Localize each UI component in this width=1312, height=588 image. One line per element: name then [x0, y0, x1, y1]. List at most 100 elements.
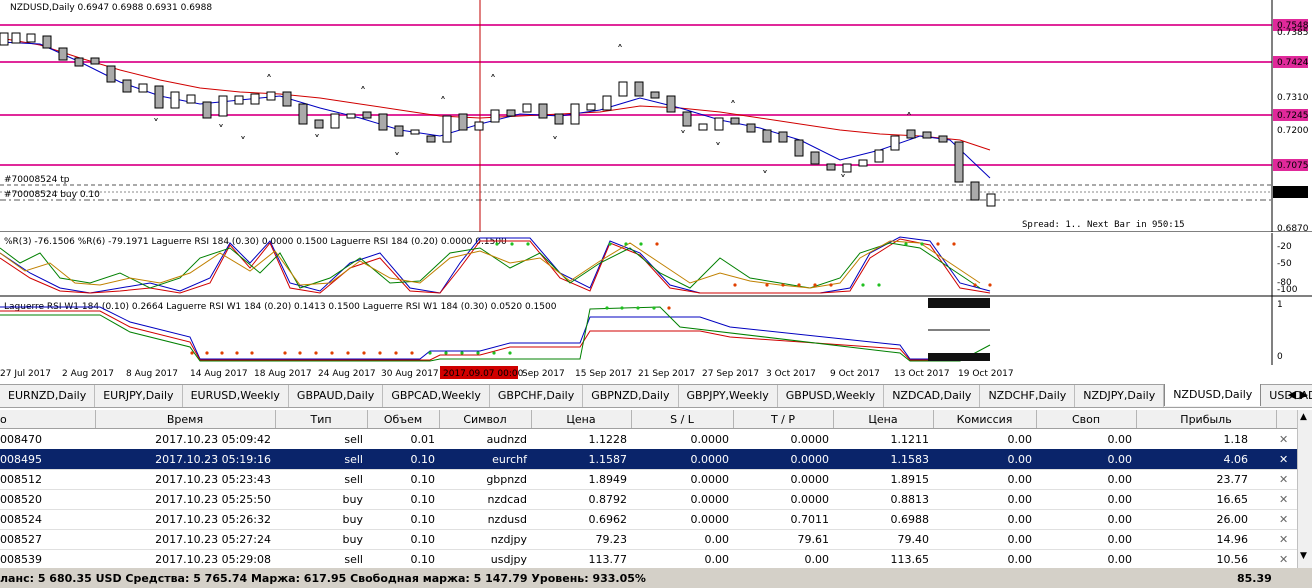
col-header[interactable]: Тип — [279, 413, 363, 426]
table-cell: sell — [344, 553, 363, 566]
table-cell: 0.0000 — [690, 473, 730, 486]
tab-gbpjpy-weekly[interactable]: GBPJPY,Weekly — [679, 385, 778, 407]
svg-text:-50: -50 — [1277, 259, 1292, 269]
price-chart[interactable]: ˅ ˅ ˅ ˄ ˅ ˄ ˅ ˄ ˄ ˅ ˄ ˅ ˅ ˄ ˅ ˅ ˄ NZDUSD,Daily 0.69… — [0, 0, 1312, 232]
close-order-icon[interactable]: ✕ — [1279, 513, 1288, 526]
table-row[interactable]: 008512 2017.10.23 05:23:43 sell 0.10 gbpnzd 1… — [0, 469, 1297, 490]
table-cell: 1.1583 — [890, 453, 930, 466]
svg-text:˅: ˅ — [762, 169, 768, 183]
laguerre-rsi-indicator[interactable]: Laguerre RSI W1 184 (0.10) 0.2664 Laguer… — [0, 297, 1312, 365]
tab-eurusd-weekly[interactable]: EURUSD,Weekly — [183, 385, 289, 407]
table-row[interactable]: 008539 2017.10.23 05:29:08 sell 0.10 usdjpy 1… — [0, 549, 1297, 570]
close-order-icon[interactable]: ✕ — [1279, 453, 1288, 466]
table-cell: 0.00 — [1007, 453, 1033, 466]
table-cell: eurchf — [492, 453, 527, 466]
table-cell: 0.00 — [1107, 533, 1133, 546]
table-cell: sell — [344, 473, 363, 486]
table-cell: 16.65 — [1216, 493, 1249, 506]
table-cell: 1.1211 — [890, 433, 930, 446]
svg-text:˄: ˄ — [440, 95, 446, 109]
col-header[interactable]: Комиссия — [937, 413, 1032, 426]
table-cell: 008527 — [0, 533, 42, 546]
svg-text:14 Aug 2017: 14 Aug 2017 — [190, 369, 248, 379]
table-scrollbar[interactable]: ▲ ▼ — [1297, 410, 1312, 568]
col-header[interactable]: Объем — [371, 413, 435, 426]
table-cell: nzdjpy — [490, 533, 527, 546]
table-cell: 0.00 — [1007, 533, 1033, 546]
svg-text:˅: ˅ — [680, 129, 686, 143]
tab-gbpnzd-daily[interactable]: GBPNZD,Daily — [583, 385, 679, 407]
table-cell: 0.00 — [1107, 553, 1133, 566]
close-order-icon[interactable]: ✕ — [1279, 433, 1288, 446]
table-cell: 2017.10.23 05:26:32 — [155, 513, 271, 526]
col-header[interactable]: Своп — [1040, 413, 1132, 426]
tab-nzdjpy-daily[interactable]: NZDJPY,Daily — [1075, 385, 1165, 407]
svg-text:0: 0 — [1277, 352, 1283, 362]
trade-buy-label: #70008524 buy 0.10 — [4, 190, 100, 200]
ind1-axis: -20 -50 -80 -100 — [1277, 242, 1298, 295]
ind1-header: %R(3) -76.1506 %R(6) -79.1971 Laguerre R… — [4, 237, 507, 247]
tab-gbpaud-daily[interactable]: GBPAUD,Daily — [289, 385, 384, 407]
table-cell: 1.18 — [1223, 433, 1249, 446]
tab-scroll-arrows[interactable]: ◀ ▶ — [1288, 388, 1308, 401]
table-row[interactable]: 008520 2017.10.23 05:25:50 buy 0.10 nzdcad 0.… — [0, 489, 1297, 510]
table-row[interactable]: 008524 2017.10.23 05:26:32 buy 0.10 nzdusd 0.… — [0, 509, 1297, 530]
tab-nzdusd-daily[interactable]: NZDUSD,Daily — [1164, 384, 1262, 406]
table-cell: 0.00 — [1107, 453, 1133, 466]
date-axis: 27 Jul 2017 2 Aug 2017 8 Aug 2017 14 Aug… — [0, 366, 1014, 379]
svg-text:-20: -20 — [1277, 242, 1292, 252]
table-cell: 008495 — [0, 453, 42, 466]
table-cell: nzdcad — [487, 493, 528, 506]
table-cell: 1.1587 — [588, 453, 628, 466]
col-header[interactable]: Символ — [443, 413, 527, 426]
table-cell: nzdusd — [487, 513, 527, 526]
tab-gbpchf-daily[interactable]: GBPCHF,Daily — [490, 385, 584, 407]
svg-text:˄: ˄ — [730, 99, 736, 113]
svg-text:30 Aug 2017: 30 Aug 2017 — [381, 369, 439, 379]
symbol-header: NZDUSD,Daily 0.6947 0.6988 0.6931 0.6988 — [10, 3, 212, 13]
tab-eurnzd-daily[interactable]: EURNZD,Daily — [0, 385, 96, 407]
close-order-icon[interactable]: ✕ — [1279, 533, 1288, 546]
col-header[interactable]: Цена — [535, 413, 627, 426]
col-header[interactable]: S / L — [635, 413, 729, 426]
table-row[interactable]: 008527 2017.10.23 05:27:24 buy 0.10 nzdjpy 79… — [0, 529, 1297, 550]
spread-label: Spread: 1.. Next Bar in 950:15 — [1022, 220, 1185, 230]
table-cell: 0.0000 — [790, 473, 830, 486]
table-cell: 0.0000 — [790, 433, 830, 446]
close-order-icon[interactable]: ✕ — [1279, 473, 1288, 486]
account-summary: ланс: 5 680.35 USD Средства: 5 765.74 Ма… — [0, 572, 646, 585]
chart-area[interactable]: ˅ ˅ ˅ ˄ ˅ ˄ ˅ ˄ ˄ ˅ ˄ ˅ ˅ ˄ ˅ ˅ ˄ NZDUSD,Daily 0.69… — [0, 0, 1312, 382]
tab-gbpusd-weekly[interactable]: GBPUSD,Weekly — [778, 385, 885, 407]
svg-text:1: 1 — [1277, 300, 1283, 310]
table-cell: 1.1228 — [588, 433, 628, 446]
table-cell: 79.40 — [897, 533, 930, 546]
close-order-icon[interactable]: ✕ — [1279, 493, 1288, 506]
table-cell: buy — [342, 533, 363, 546]
tab-nzdchf-daily[interactable]: NZDCHF,Daily — [980, 385, 1076, 407]
table-cell: 0.10 — [410, 453, 436, 466]
svg-text:3 Oct 2017: 3 Oct 2017 — [766, 369, 816, 379]
table-cell: sell — [344, 453, 363, 466]
tab-eurjpy-daily[interactable]: EURJPY,Daily — [95, 385, 183, 407]
tab-gbpcad-weekly[interactable]: GBPCAD,Weekly — [383, 385, 490, 407]
svg-text:0.7424: 0.7424 — [1277, 58, 1309, 68]
col-header[interactable]: Цена — [837, 413, 929, 426]
table-cell: 2017.10.23 05:25:50 — [155, 493, 271, 506]
col-header[interactable]: Время — [99, 413, 271, 426]
col-header[interactable]: Прибыль — [1140, 413, 1272, 426]
col-header[interactable]: о — [0, 413, 7, 426]
close-order-icon[interactable]: ✕ — [1279, 553, 1288, 566]
svg-text:˄: ˄ — [360, 85, 366, 99]
svg-text:13 Oct 2017: 13 Oct 2017 — [894, 369, 950, 379]
table-row[interactable]: 008495 2017.10.23 05:19:16 sell 0.10 eurchf 1… — [0, 449, 1297, 470]
table-row[interactable]: 008470 2017.10.23 05:09:42 sell 0.01 audnzd 1… — [0, 429, 1297, 450]
williams-r-indicator[interactable]: %R(3) -76.1506 %R(6) -79.1971 Laguerre R… — [0, 233, 1312, 297]
table-cell: 1.8949 — [588, 473, 628, 486]
svg-text:˅: ˅ — [240, 135, 246, 149]
table-cell: 2017.10.23 05:23:43 — [155, 473, 271, 486]
table-cell: gbpnzd — [486, 473, 527, 486]
table-cell: 0.00 — [804, 553, 830, 566]
tab-nzdcad-daily[interactable]: NZDCAD,Daily — [884, 385, 981, 407]
table-cell: 0.0000 — [690, 493, 730, 506]
col-header[interactable]: T / P — [737, 413, 829, 426]
